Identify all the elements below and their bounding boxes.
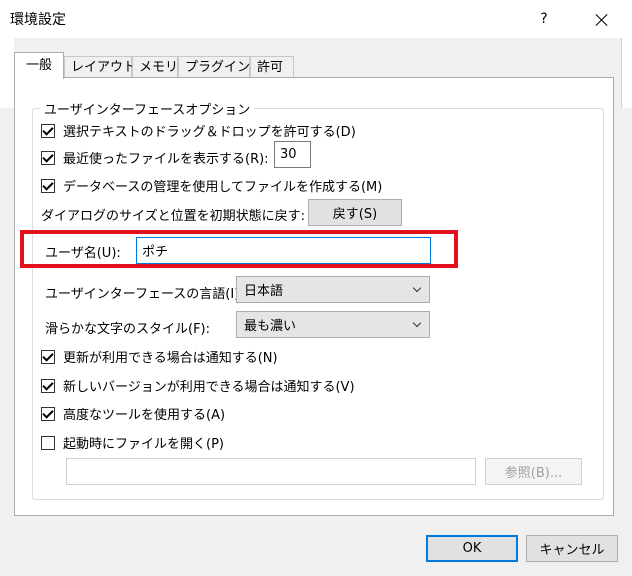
background-window-edge-left <box>0 38 14 108</box>
ui-language-value: 日本語 <box>244 284 284 299</box>
reset-dialog-button[interactable]: 戻す(S) <box>308 199 402 226</box>
recent-files-count-input[interactable]: 30 <box>274 141 311 168</box>
drag-drop-label: 選択テキストのドラッグ＆ドロップを許可する(D) <box>63 125 356 140</box>
db-manage-label: データベースの管理を使用してファイルを作成する(M) <box>63 180 383 195</box>
option-advanced-tools[interactable]: 高度なツールを使用する(A) <box>41 404 225 423</box>
db-manage-checkbox[interactable] <box>41 178 55 193</box>
open-at-start-checkbox[interactable] <box>41 435 55 450</box>
tab-permissions[interactable]: 許可 <box>250 56 294 78</box>
smooth-text-label: 滑らかな文字のスタイル(F): <box>45 322 211 337</box>
username-highlight-box <box>20 230 458 268</box>
reset-dialog-label: ダイアログのサイズと位置を初期状態に戻す: <box>41 209 305 224</box>
notify-update-checkbox[interactable] <box>41 349 55 364</box>
recent-files-checkbox[interactable] <box>41 150 55 165</box>
window-title: 環境設定 <box>10 12 66 28</box>
tab-layout[interactable]: レイアウト <box>64 56 136 78</box>
background-window-edge-right <box>621 38 632 108</box>
option-db-manage[interactable]: データベースの管理を使用してファイルを作成する(M) <box>41 176 382 195</box>
option-notify-version[interactable]: 新しいバージョンが利用できる場合は通知する(V) <box>41 376 355 395</box>
smooth-text-select[interactable]: 最も濃い <box>236 311 430 338</box>
title-bar: 環境設定 ? <box>0 0 632 38</box>
chevron-down-icon <box>412 283 422 292</box>
chevron-down-icon <box>412 318 422 327</box>
group-title: ユーザインターフェースオプション <box>40 99 255 118</box>
ui-language-label: ユーザインターフェースの言語(I): <box>45 287 244 302</box>
open-at-start-label: 起動時にファイルを開く(P) <box>63 437 224 452</box>
option-drag-drop[interactable]: 選択テキストのドラッグ＆ドロップを許可する(D) <box>41 121 356 140</box>
option-open-at-start[interactable]: 起動時にファイルを開く(P) <box>41 433 224 452</box>
open-at-start-path-input <box>66 458 476 485</box>
notify-update-label: 更新が利用できる場合は通知する(N) <box>63 351 278 366</box>
drag-drop-checkbox[interactable] <box>41 123 55 138</box>
smooth-text-value: 最も濃い <box>244 319 297 334</box>
advanced-tools-checkbox[interactable] <box>41 406 55 421</box>
close-icon[interactable] <box>584 4 620 34</box>
tab-general[interactable]: 一般 <box>14 52 64 79</box>
cancel-button[interactable]: キャンセル <box>526 535 618 562</box>
tab-plugins[interactable]: プラグイン <box>178 56 250 78</box>
tab-memory[interactable]: メモリ <box>132 56 178 78</box>
option-recent-files[interactable]: 最近使ったファイルを表示する(R): <box>41 148 269 167</box>
help-button[interactable]: ? <box>526 4 562 34</box>
advanced-tools-label: 高度なツールを使用する(A) <box>63 408 226 423</box>
notify-version-checkbox[interactable] <box>41 378 55 393</box>
recent-files-label: 最近使ったファイルを表示する(R): <box>63 152 269 167</box>
notify-version-label: 新しいバージョンが利用できる場合は通知する(V) <box>63 380 355 395</box>
option-notify-update[interactable]: 更新が利用できる場合は通知する(N) <box>41 347 278 366</box>
ok-button[interactable]: OK <box>426 535 518 562</box>
general-tab-panel: ユーザインターフェースオプション 選択テキストのドラッグ＆ドロップを許可する(D… <box>14 77 614 516</box>
ui-language-select[interactable]: 日本語 <box>236 276 430 303</box>
browse-button: 参照(B)... <box>485 458 582 485</box>
